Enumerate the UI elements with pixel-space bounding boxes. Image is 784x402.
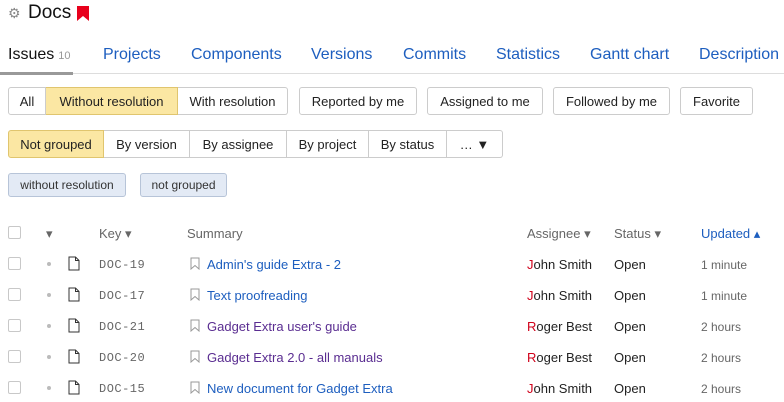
followed-by-me-button[interactable]: Followed by me: [553, 87, 670, 115]
group-by-project-button[interactable]: By project: [287, 130, 369, 158]
issue-status[interactable]: Open: [614, 319, 646, 334]
bookmark-outline-icon[interactable]: [190, 319, 200, 332]
row-checkbox[interactable]: [8, 257, 21, 270]
table-row[interactable]: DOC-20 Gadget Extra 2.0 - all manuals Ro…: [0, 341, 784, 372]
issue-key[interactable]: DOC-20: [99, 351, 145, 365]
bookmark-outline-icon[interactable]: [190, 381, 200, 394]
row-checkbox[interactable]: [8, 288, 21, 301]
chip-without-resolution[interactable]: without resolution: [8, 173, 126, 197]
assignee-initial: R: [527, 319, 537, 334]
tab-description[interactable]: Description: [699, 46, 779, 64]
tab-gantt-chart[interactable]: Gantt chart: [590, 46, 669, 64]
issue-status[interactable]: Open: [614, 257, 646, 272]
issue-summary-link[interactable]: Text proofreading: [207, 288, 307, 303]
table-row[interactable]: DOC-21 Gadget Extra user's guide Roger B…: [0, 310, 784, 341]
issue-key[interactable]: DOC-15: [99, 382, 145, 396]
assignee-name: oger Best: [536, 319, 593, 334]
filter-all-button[interactable]: All: [8, 87, 46, 115]
issue-assignee[interactable]: John Smith: [527, 288, 592, 303]
bookmark-outline-icon[interactable]: [190, 257, 200, 270]
column-status[interactable]: Status ▾: [614, 226, 661, 242]
bookmark-icon[interactable]: [77, 5, 90, 21]
filter-with-resolution-button[interactable]: With resolution: [178, 87, 288, 115]
column-summary[interactable]: Summary: [187, 226, 243, 241]
issue-updated: 2 hours: [701, 382, 742, 396]
column-key[interactable]: Key ▾: [99, 226, 132, 242]
assignee-name: ohn Smith: [533, 381, 593, 396]
priority-dot-icon: [47, 386, 51, 390]
document-icon: [68, 318, 80, 333]
select-all-checkbox[interactable]: [8, 226, 21, 239]
issue-status[interactable]: Open: [614, 288, 646, 303]
issues-count: 10: [58, 50, 71, 62]
issue-updated: 2 hours: [701, 351, 742, 365]
issue-status[interactable]: Open: [614, 350, 646, 365]
project-tabs: Issues 10 Projects Components Versions Co…: [0, 38, 784, 75]
column-updated[interactable]: Updated ▴: [701, 226, 760, 242]
group-not-grouped-button[interactable]: Not grouped: [8, 130, 104, 158]
issue-assignee[interactable]: John Smith: [527, 257, 592, 272]
issue-key[interactable]: DOC-19: [99, 258, 145, 272]
document-icon: [68, 287, 80, 302]
group-more-dropdown[interactable]: … ▼: [447, 130, 503, 158]
table-row[interactable]: DOC-15 New document for Gadget Extra Joh…: [0, 372, 784, 402]
tab-projects[interactable]: Projects: [103, 46, 161, 64]
page-header: ⚙ Docs: [8, 0, 90, 26]
assignee-name: oger Best: [536, 350, 593, 365]
document-icon: [68, 349, 80, 364]
priority-dot-icon: [47, 262, 51, 266]
tab-commits[interactable]: Commits: [403, 46, 466, 64]
issue-summary-link[interactable]: Gadget Extra user's guide: [207, 319, 357, 334]
table-header: ▾ Key ▾ Summary Assignee ▾ Status ▾ Upda…: [0, 218, 784, 248]
chip-not-grouped[interactable]: not grouped: [140, 173, 227, 197]
gear-icon[interactable]: ⚙: [8, 6, 22, 20]
issue-assignee[interactable]: Roger Best: [527, 319, 592, 334]
table-row[interactable]: DOC-17 Text proofreading John Smith Open…: [0, 279, 784, 310]
group-by-assignee-button[interactable]: By assignee: [190, 130, 287, 158]
assignee-initial: R: [527, 350, 537, 365]
priority-dot-icon: [47, 324, 51, 328]
assignee-name: ohn Smith: [533, 288, 593, 303]
table-row[interactable]: DOC-19 Admin's guide Extra - 2 John Smit…: [0, 248, 784, 279]
grouping-selector: Not grouped By version By assignee By pr…: [8, 130, 503, 158]
row-checkbox[interactable]: [8, 350, 21, 363]
document-icon: [68, 256, 80, 271]
assignee-name: ohn Smith: [533, 257, 593, 272]
tab-issues[interactable]: Issues 10: [8, 46, 71, 64]
priority-dot-icon: [47, 355, 51, 359]
issue-assignee[interactable]: Roger Best: [527, 350, 592, 365]
priority-dot-icon: [47, 293, 51, 297]
issue-assignee[interactable]: John Smith: [527, 381, 592, 396]
bookmark-outline-icon[interactable]: [190, 350, 200, 363]
document-icon: [68, 380, 80, 395]
issue-key[interactable]: DOC-21: [99, 320, 145, 334]
issue-updated: 1 minute: [701, 258, 748, 272]
page-title: Docs: [28, 2, 72, 23]
issue-summary-link[interactable]: New document for Gadget Extra: [207, 381, 393, 396]
active-tab-indicator: [0, 72, 73, 75]
tab-label: Issues: [8, 46, 55, 63]
assigned-to-me-button[interactable]: Assigned to me: [427, 87, 543, 115]
row-checkbox[interactable]: [8, 319, 21, 332]
bookmark-outline-icon[interactable]: [190, 288, 200, 301]
issue-summary-link[interactable]: Gadget Extra 2.0 - all manuals: [207, 350, 383, 365]
group-by-version-button[interactable]: By version: [104, 130, 190, 158]
row-checkbox[interactable]: [8, 381, 21, 394]
issue-summary-link[interactable]: Admin's guide Extra - 2: [207, 257, 341, 272]
group-by-status-button[interactable]: By status: [369, 130, 447, 158]
tab-versions[interactable]: Versions: [311, 46, 372, 64]
issue-key[interactable]: DOC-17: [99, 289, 145, 303]
issue-updated: 2 hours: [701, 320, 742, 334]
issue-updated: 1 minute: [701, 289, 748, 303]
filter-without-resolution-button[interactable]: Without resolution: [46, 87, 178, 115]
issue-status[interactable]: Open: [614, 381, 646, 396]
bulk-actions-dropdown[interactable]: ▾: [46, 226, 53, 242]
column-assignee[interactable]: Assignee ▾: [527, 226, 591, 242]
reported-by-me-button[interactable]: Reported by me: [299, 87, 417, 115]
favorite-button[interactable]: Favorite: [680, 87, 753, 115]
tab-statistics[interactable]: Statistics: [496, 46, 560, 64]
tab-components[interactable]: Components: [191, 46, 282, 64]
resolution-filter: All Without resolution With resolution: [8, 87, 288, 115]
